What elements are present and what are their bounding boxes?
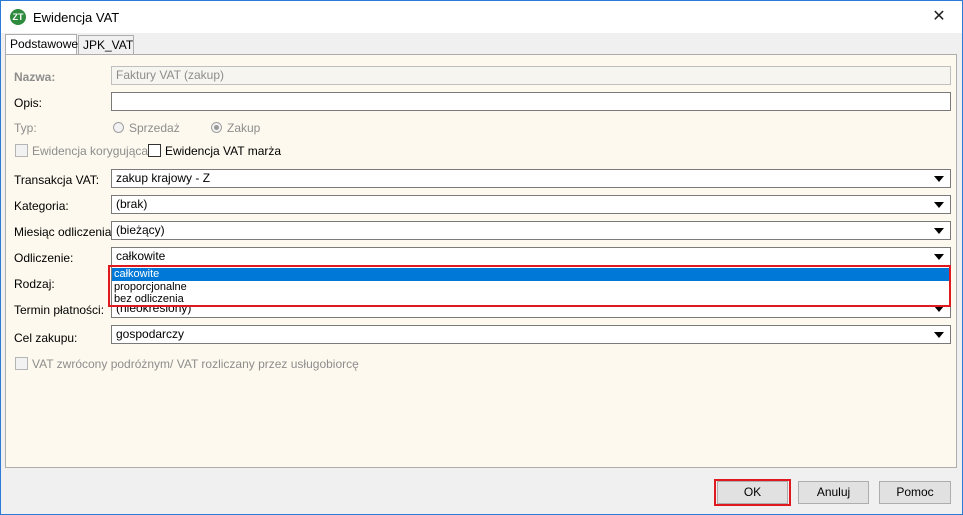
miesiac-label: Miesiąc odliczenia: (14, 225, 115, 239)
nazwa-field: Faktury VAT (zakup) (111, 66, 951, 85)
odliczenie-value: całkowite (116, 249, 166, 263)
odliczenie-select[interactable]: całkowite (111, 247, 951, 266)
transakcja-select[interactable]: zakup krajowy - Z (111, 169, 951, 188)
kategoria-select[interactable]: (brak) (111, 195, 951, 214)
termin-label: Termin płatności: (14, 303, 105, 317)
chevron-down-icon (934, 254, 944, 260)
help-button[interactable]: Pomoc (879, 481, 951, 504)
miesiac-value: (bieżący) (116, 223, 165, 237)
ewidencja-marza-checkbox[interactable] (148, 144, 161, 157)
title-bar: ZT Ewidencja VAT ✕ (1, 1, 962, 33)
kategoria-label: Kategoria: (14, 199, 69, 213)
vat-zwrocony-label: VAT zwrócony podróżnym/ VAT rozliczany p… (32, 357, 359, 371)
main-panel: Nazwa: Faktury VAT (zakup) Opis: Typ: Sp… (5, 54, 957, 468)
kategoria-value: (brak) (116, 197, 148, 211)
ok-highlight-frame (714, 479, 791, 506)
window-title: Ewidencja VAT (33, 10, 120, 25)
transakcja-value: zakup krajowy - Z (116, 171, 211, 185)
chevron-down-icon (934, 332, 944, 338)
chevron-down-icon (934, 202, 944, 208)
app-logo-icon: ZT (10, 9, 26, 25)
close-button[interactable]: ✕ (916, 1, 962, 33)
cel-select[interactable]: gospodarczy (111, 325, 951, 344)
ewidencja-marza-label: Ewidencja VAT marża (165, 144, 282, 158)
tab-podstawowe[interactable]: Podstawowe (5, 34, 78, 55)
nazwa-label: Nazwa: (14, 70, 56, 84)
typ-label: Typ: (14, 121, 37, 135)
dialog-window: ZT Ewidencja VAT ✕ Podstawowe JPK_VAT Na… (0, 0, 963, 515)
typ-sprzedaz-radio (113, 122, 124, 133)
ewidencja-korygujaca-checkbox (15, 144, 28, 157)
chevron-down-icon (934, 228, 944, 234)
opis-field[interactable] (111, 92, 951, 111)
miesiac-select[interactable]: (bieżący) (111, 221, 951, 240)
rodzaj-label: Rodzaj: (14, 277, 55, 291)
cel-label: Cel zakupu: (14, 331, 78, 345)
typ-zakup-radio (211, 122, 222, 133)
odliczenie-label: Odliczenie: (14, 251, 74, 265)
button-bar: OK Anuluj Pomoc (1, 468, 962, 514)
opis-label: Opis: (14, 96, 43, 110)
cancel-button[interactable]: Anuluj (798, 481, 869, 504)
transakcja-label: Transakcja VAT: (14, 173, 100, 187)
ewidencja-korygujaca-label: Ewidencja korygująca (32, 144, 149, 158)
chevron-down-icon (934, 176, 944, 182)
tab-jpk-vat[interactable]: JPK_VAT (78, 35, 134, 54)
typ-sprzedaz-label: Sprzedaż (129, 121, 180, 135)
vat-zwrocony-checkbox (15, 357, 28, 370)
cel-value: gospodarczy (116, 327, 185, 341)
dropdown-highlight-frame (108, 265, 951, 307)
typ-zakup-label: Zakup (227, 121, 261, 135)
